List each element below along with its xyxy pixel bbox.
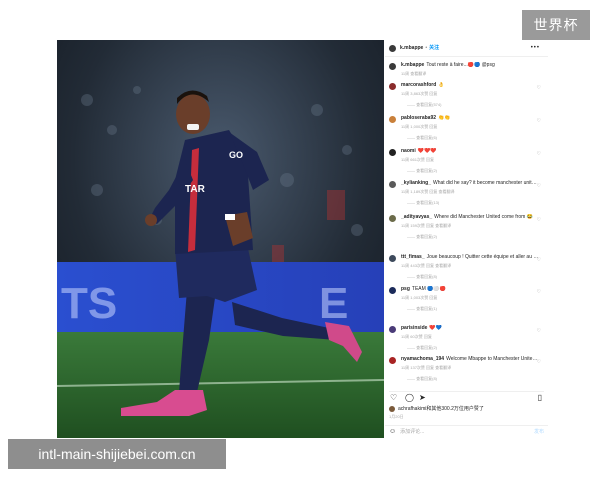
caption-meta: 11周 查看翻译 [401, 71, 427, 76]
comment-username[interactable]: marcorashford [401, 82, 436, 88]
svg-text:E: E [319, 279, 348, 328]
follow-button[interactable]: 关注 [429, 45, 439, 51]
emoji-icon[interactable]: ☺ [389, 428, 396, 435]
view-replies-link[interactable]: —— 查看回复(2) [401, 345, 544, 351]
comment-username[interactable]: parisinside [401, 325, 427, 331]
comment-meta: 11周 60次赞 回复 [401, 334, 432, 339]
avatar[interactable] [389, 326, 396, 333]
comment-meta: 11周 661次赞 回复 [401, 157, 435, 162]
instagram-post-panel: k.mbappe • 关注 ••• k.mbappe Tout reste à f… [385, 40, 548, 438]
heart-icon[interactable]: ♡ [537, 85, 541, 91]
comment-username[interactable]: _kylianking_ [401, 180, 431, 186]
svg-text:GO: GO [229, 150, 243, 160]
avatar[interactable] [389, 149, 396, 156]
author-username[interactable]: k.mbappe [400, 45, 423, 51]
view-replies-link[interactable]: —— 查看回复(6) [401, 135, 544, 141]
comment-item: ttt_fimas_ Joue beaucoup ! Quitter cette … [389, 254, 544, 280]
view-replies-link[interactable]: —— 查看回复(2) [401, 234, 544, 240]
save-icon[interactable]: ▯ [538, 394, 542, 402]
comment-text: Where did Manchester United come from 😂 [434, 214, 533, 220]
comment-text: Joue beaucoup ! Quitter cette équipe et … [426, 254, 539, 260]
svg-text:TAR: TAR [185, 184, 206, 195]
comment-text: ❤️❤️❤️ [417, 148, 437, 154]
comment-item: pabloseraba92 👏👏 11周 1,000次赞 回复 —— 查看回复(6) ♡ [389, 115, 544, 141]
heart-icon[interactable]: ♡ [537, 328, 541, 334]
comment-item: marcorashford 👌 11周 3,863次赞 回复 —— 查看回复(574)… [389, 82, 544, 108]
comment-username[interactable]: ttt_fimas_ [401, 254, 425, 260]
avatar[interactable] [389, 83, 396, 90]
heart-icon[interactable]: ♡ [537, 257, 541, 263]
avatar[interactable] [389, 44, 396, 52]
comment-item: parisinside ❤️💙 11周 60次赞 回复 —— 查看回复(2) ♡ [389, 325, 544, 351]
comment-meta: 11周 1,189次赞 回复 查看翻译 [401, 189, 455, 194]
avatar[interactable] [389, 287, 396, 294]
comment-username[interactable]: _adityavyas_ [401, 214, 432, 220]
heart-icon[interactable]: ♡ [537, 217, 541, 223]
comment-meta: 11周 137次赞 回复 查看翻译 [401, 365, 452, 370]
comment-text: 👏👏 [438, 115, 451, 121]
comment-meta: 11周 1,000次赞 回复 [401, 124, 438, 129]
action-bar: ♡ ◯ ➤ ▯ [389, 391, 544, 402]
screenshot-canvas: TS E GO TAR k.mbappe • 关注 ••• k.mbappe T… [0, 0, 600, 480]
comment-meta: 11周 443次赞 回复 查看翻译 [401, 263, 452, 268]
avatar[interactable] [389, 255, 396, 262]
comment-item: nyamachoma_194 Welcome Mbappe to Manchest… [389, 356, 544, 382]
comment-username[interactable]: psg [401, 286, 410, 292]
avatar [389, 406, 395, 412]
comment-text: ❤️💙 [429, 325, 442, 331]
svg-text:TS: TS [61, 279, 117, 328]
caption-username[interactable]: k.mbappe [401, 62, 424, 68]
comment-meta: 11周 1,003次赞 回复 [401, 295, 438, 300]
comment-username[interactable]: pabloseraba92 [401, 115, 436, 121]
view-replies-link[interactable]: —— 查看回复(574) [401, 102, 544, 108]
view-replies-link[interactable]: —— 查看回复(1) [401, 306, 544, 312]
avatar[interactable] [389, 63, 396, 70]
likes-text[interactable]: achrafhakimi和其他300.2万位用户赞了 [398, 406, 484, 412]
category-badge: 世界杯 [522, 10, 590, 40]
post-header: k.mbappe • 关注 ••• [385, 40, 548, 57]
comment-text: What did he say? it become manchester un… [433, 180, 539, 186]
comment-item: _kylianking_ What did he say? it become m… [389, 180, 544, 206]
post-date: 1月20日 [389, 414, 404, 419]
avatar[interactable] [389, 215, 396, 222]
share-icon[interactable]: ➤ [419, 394, 426, 402]
heart-icon[interactable]: ♡ [537, 151, 541, 157]
avatar[interactable] [389, 357, 396, 364]
mbappe-photo-illustration: TS E GO TAR [57, 40, 384, 438]
site-watermark: intl-main-shijiebei.com.cn [8, 439, 226, 469]
view-replies-link[interactable]: —— 查看回复(8) [401, 274, 544, 280]
post-photo[interactable]: TS E GO TAR [57, 40, 384, 438]
more-options-icon[interactable]: ••• [531, 45, 540, 51]
comment-item: _adityavyas_ Where did Manchester United … [389, 214, 544, 240]
avatar[interactable] [389, 181, 396, 188]
heart-icon[interactable]: ♡ [537, 289, 541, 295]
caption-text: Tout reste à faire...🔴🔵 @psg [426, 62, 495, 68]
comment-text: TEAM 🔵⚪🔴 [411, 286, 446, 292]
heart-icon[interactable]: ♡ [537, 118, 541, 124]
post-comment-button[interactable]: 发布 [534, 429, 544, 435]
heart-icon[interactable]: ♡ [537, 183, 541, 189]
caption: k.mbappe Tout reste à faire...🔴🔵 @psg 11周… [389, 62, 544, 77]
comment-input[interactable]: 添加评论... [400, 429, 424, 435]
comment-text: Welcome Mbappe to Manchester United😂 #ha… [446, 356, 539, 362]
avatar[interactable] [389, 116, 396, 123]
heart-icon[interactable]: ♡ [537, 359, 541, 365]
view-replies-link[interactable]: —— 查看回复(8) [401, 376, 544, 382]
view-replies-link[interactable]: —— 查看回复(2) [401, 168, 544, 174]
add-comment-bar: ☺ 添加评论... 发布 [385, 425, 548, 438]
comment-meta: 11周 159次赞 回复 查看翻译 [401, 223, 452, 228]
likes-summary: achrafhakimi和其他300.2万位用户赞了 [389, 406, 484, 412]
comment-text: 👌 [438, 82, 445, 88]
comment-item: naomi ❤️❤️❤️ 11周 661次赞 回复 —— 查看回复(2) ♡ [389, 148, 544, 174]
comment-icon[interactable]: ◯ [405, 394, 414, 402]
view-replies-link[interactable]: —— 查看回复(13) [401, 200, 544, 206]
separator-dot: • [425, 45, 428, 51]
comment-item: psg TEAM 🔵⚪🔴 11周 1,003次赞 回复 —— 查看回复(1) ♡ [389, 286, 544, 312]
comment-meta: 11周 3,863次赞 回复 [401, 91, 438, 96]
comment-username[interactable]: nyamachoma_194 [401, 356, 444, 362]
like-icon[interactable]: ♡ [390, 394, 397, 402]
comment-username[interactable]: naomi [401, 148, 416, 154]
